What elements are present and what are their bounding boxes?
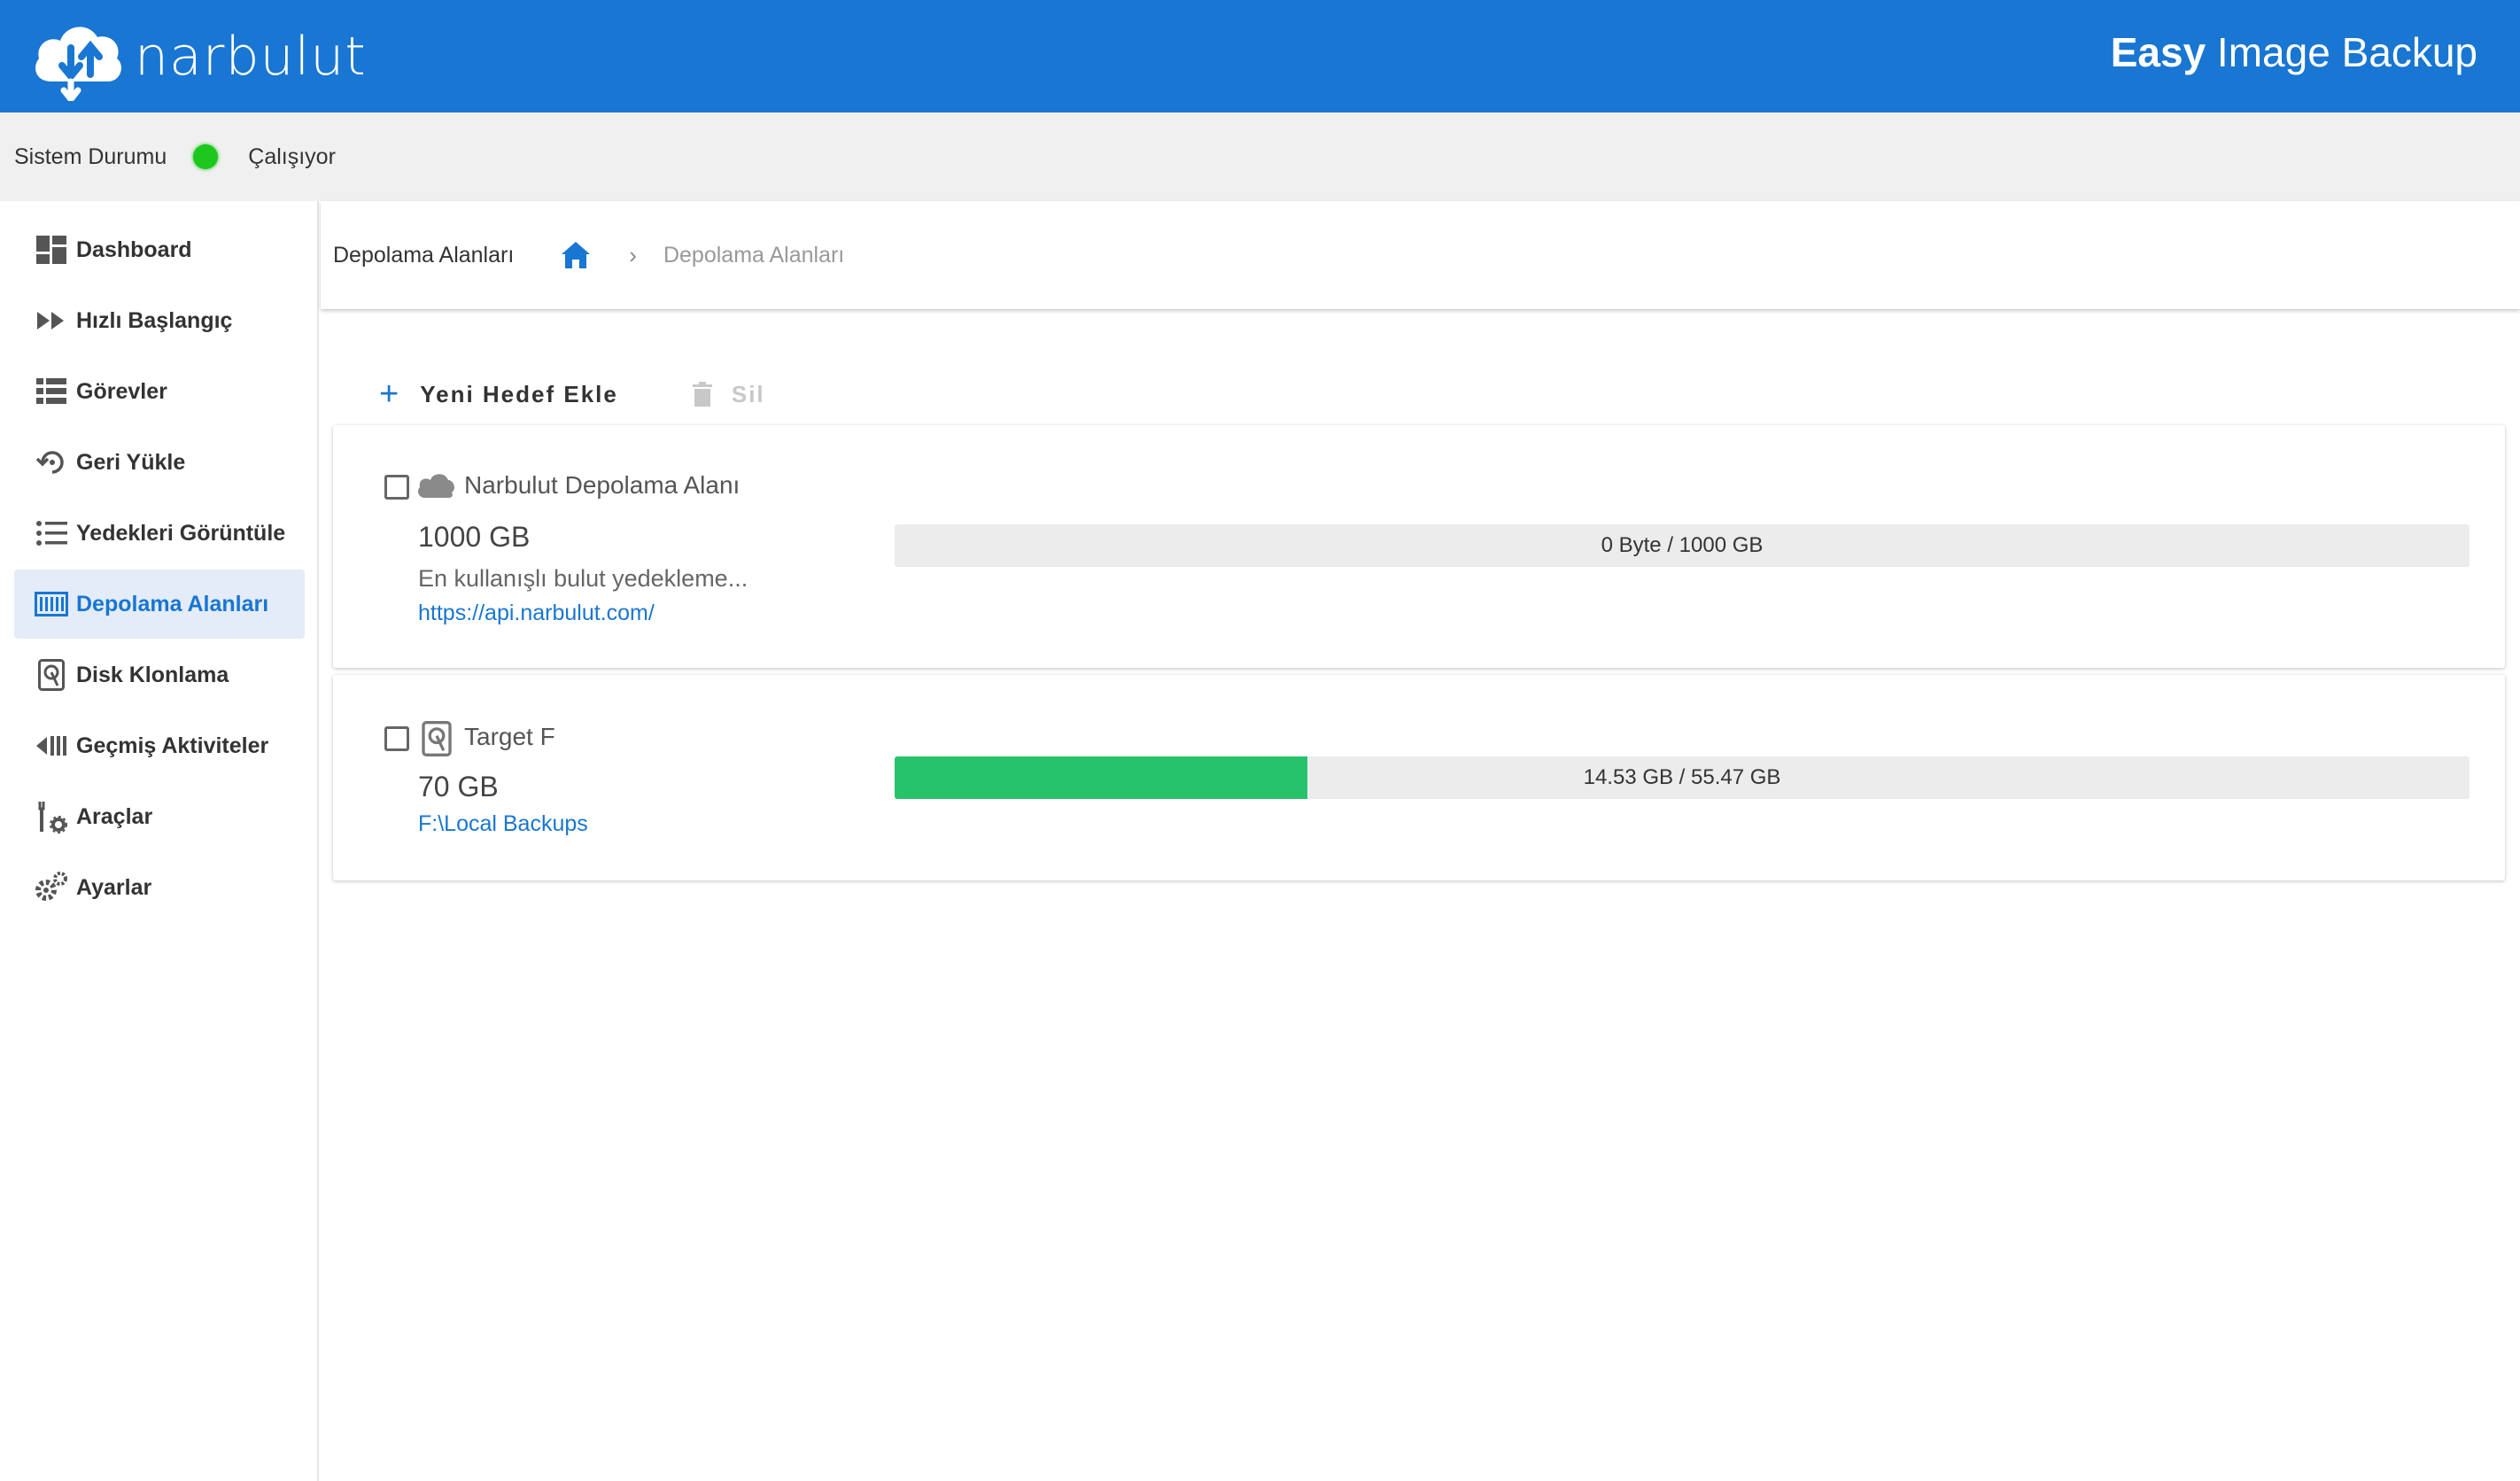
page-title: Depolama Alanları — [333, 242, 515, 268]
dashboard-icon — [34, 232, 69, 268]
usage-label: 14.53 GB / 55.47 GB — [1583, 765, 1781, 789]
app-header: narbulut Easy Image Backup — [0, 0, 2520, 112]
target-link[interactable]: https://api.narbulut.com/ — [418, 601, 655, 626]
target-description: En kullanışlı bulut yedekleme... — [418, 565, 748, 592]
settings-icon — [34, 870, 69, 905]
target-link[interactable]: F:\Local Backups — [418, 811, 588, 837]
sidebar-item-yedekleri-goruntule[interactable]: Yedekleri Görüntüle — [14, 499, 305, 568]
list-icon — [34, 516, 69, 551]
tools-icon — [34, 799, 69, 834]
status-bar: Sistem Durumu Çalışıyor — [0, 112, 2520, 201]
sidebar-item-label: Disk Klonlama — [76, 662, 229, 687]
sidebar-item-label: Araçlar — [76, 803, 153, 829]
task-list-icon — [34, 374, 69, 409]
sidebar-item-gecmis-aktiviteler[interactable]: Geçmiş Aktiviteler — [14, 711, 305, 780]
sidebar-item-label: Hızlı Başlangıç — [76, 307, 233, 333]
usage-progress-bar: 0 Byte / 1000 GB — [895, 524, 2470, 567]
home-icon[interactable] — [560, 240, 592, 270]
cloud-icon — [416, 471, 455, 500]
disk-icon — [422, 721, 452, 756]
sidebar-item-label: Depolama Alanları — [76, 591, 269, 616]
status-value: Çalışıyor — [248, 143, 336, 169]
sidebar-item-label: Geçmiş Aktiviteler — [76, 733, 269, 758]
fast-forward-icon — [34, 303, 69, 338]
status-label: Sistem Durumu — [14, 143, 167, 169]
target-size: 1000 GB — [418, 521, 531, 553]
trash-icon — [692, 382, 712, 407]
breadcrumb: Depolama Alanları › Depolama Alanları — [321, 201, 2520, 309]
target-name: Target F — [464, 723, 555, 750]
status-indicator-icon — [193, 144, 219, 169]
narbulut-logo[interactable]: narbulut — [27, 12, 367, 101]
sidebar-item-label: Geri Yükle — [76, 449, 186, 475]
cloud-logo-icon — [35, 27, 121, 101]
sidebar-item-label: Dashboard — [76, 236, 192, 262]
storage-target-card[interactable]: Narbulut Depolama Alanı 1000 GB En kulla… — [333, 425, 2505, 668]
add-target-label: Yeni Hedef Ekle — [420, 380, 618, 407]
breadcrumb-current: Depolama Alanları — [663, 242, 845, 268]
delete-button[interactable]: Sil — [692, 380, 765, 408]
target-name: Narbulut Depolama Alanı — [464, 471, 740, 499]
sidebar: Dashboard Hızlı Başlangıç Görevler Geri … — [0, 201, 319, 1481]
add-target-button[interactable]: + Yeni Hedef Ekle — [379, 377, 618, 411]
sidebar-item-depolama-alanlari[interactable]: Depolama Alanları — [14, 570, 305, 639]
app-title: Easy Image Backup — [2110, 29, 2477, 75]
sidebar-item-araclar[interactable]: Araçlar — [14, 782, 305, 851]
usage-label: 0 Byte / 1000 GB — [1601, 533, 1764, 557]
target-checkbox[interactable] — [384, 726, 409, 751]
usage-progress-bar: 14.53 GB / 55.47 GB — [895, 756, 2470, 799]
breadcrumb-separator: › — [629, 241, 637, 268]
sidebar-item-disk-klonlama[interactable]: Disk Klonlama — [14, 640, 305, 709]
target-size: 70 GB — [418, 771, 499, 803]
sidebar-item-hizli-baslangic[interactable]: Hızlı Başlangıç — [14, 286, 305, 355]
sidebar-item-label: Ayarlar — [76, 874, 152, 900]
sidebar-item-label: Görevler — [76, 378, 167, 404]
storage-icon — [34, 586, 69, 622]
target-checkbox[interactable] — [384, 475, 409, 500]
sidebar-item-dashboard[interactable]: Dashboard — [14, 215, 305, 284]
restore-icon — [34, 445, 69, 480]
toolbar: + Yeni Hedef Ekle Sil — [379, 372, 765, 416]
storage-target-card[interactable]: Target F 70 GB F:\Local Backups 14.53 GB… — [333, 675, 2505, 880]
delete-label: Sil — [731, 380, 765, 407]
disk-icon — [34, 657, 69, 693]
logo-text: narbulut — [135, 26, 367, 88]
plus-icon: + — [379, 376, 401, 413]
sidebar-item-gorevler[interactable]: Görevler — [14, 357, 305, 426]
sidebar-item-ayarlar[interactable]: Ayarlar — [14, 853, 305, 922]
sidebar-item-geri-yukle[interactable]: Geri Yükle — [14, 428, 305, 497]
history-icon — [34, 728, 69, 764]
sidebar-item-label: Yedekleri Görüntüle — [76, 520, 286, 546]
